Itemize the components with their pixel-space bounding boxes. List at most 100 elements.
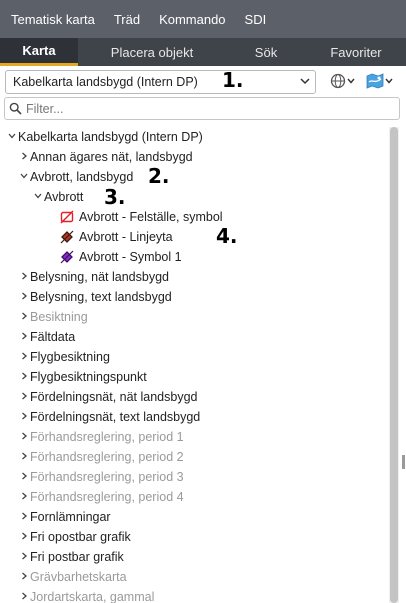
- scrollbar-thumb[interactable]: [390, 127, 398, 603]
- tree-item-layer[interactable]: Avbrott - Linjeyta: [60, 227, 173, 247]
- line-area-symbol-icon: [60, 230, 74, 244]
- chevron-right-icon[interactable]: [18, 551, 30, 564]
- tree-item[interactable]: Fördelningsnät, nät landsbygd: [18, 387, 197, 407]
- chevron-down-icon[interactable]: [18, 171, 30, 184]
- tree-item[interactable]: Förhandsreglering, period 1: [18, 427, 184, 447]
- search-icon: [5, 102, 22, 115]
- tab-bar: Karta Placera objekt Sök Favoriter: [0, 38, 406, 66]
- tree-item-label: Fördelningsnät, nät landsbygd: [30, 390, 198, 404]
- tree-item[interactable]: Avbrott, landsbygd: [18, 167, 133, 187]
- tree-item-label: Annan ägares nät, landsbygd: [30, 150, 193, 164]
- tree-item[interactable]: Grävbarhetskarta: [18, 567, 127, 587]
- tree-item[interactable]: Fördelningsnät, text landsbygd: [18, 407, 200, 427]
- tree-item[interactable]: Avbrott: [32, 187, 83, 207]
- map-icon: [366, 72, 384, 92]
- tree-item[interactable]: Jordartskarta, gammal: [18, 587, 154, 603]
- tree-scrollbar[interactable]: [389, 127, 399, 603]
- tree-item-label: Förhandsreglering, period 3: [30, 470, 184, 484]
- globe-icon: [330, 73, 346, 92]
- tree-item-label: Belysning, nät landsbygd: [30, 270, 169, 284]
- tree-item[interactable]: Fornlämningar: [18, 507, 111, 527]
- chevron-right-icon[interactable]: [18, 491, 30, 504]
- tree-item-label: Kabelkarta landsbygd (Intern DP): [18, 130, 203, 144]
- chevron-right-icon[interactable]: [18, 391, 30, 404]
- menu-trad[interactable]: Träd: [103, 12, 140, 27]
- chevron-right-icon[interactable]: [18, 591, 30, 603]
- tree-item[interactable]: Förhandsreglering, period 4: [18, 487, 184, 507]
- tab-placera-objekt[interactable]: Placera objekt: [78, 38, 226, 66]
- tree-item-label: Avbrott, landsbygd: [30, 170, 134, 184]
- tree-item[interactable]: Förhandsreglering, period 2: [18, 447, 184, 467]
- top-menu-bar: Tematisk karta Träd Kommando SDI: [0, 0, 406, 38]
- tree-item[interactable]: Fältdata: [18, 327, 75, 347]
- tree-item-label: Besiktning: [30, 310, 88, 324]
- chevron-right-icon[interactable]: [18, 291, 30, 304]
- tree-item-label: Fältdata: [30, 330, 76, 344]
- chevron-right-icon[interactable]: [18, 451, 30, 464]
- tree-item-label: Fornlämningar: [30, 510, 111, 524]
- map-select-dropdown[interactable]: Kabelkarta landsbygd (Intern DP): [5, 70, 316, 94]
- panel-resize-handle[interactable]: [402, 455, 405, 469]
- tree-item-label: Avbrott - Felställe, symbol: [79, 210, 223, 224]
- tree-item-layer[interactable]: Avbrott - Symbol 1: [60, 247, 182, 267]
- chevron-right-icon[interactable]: [18, 471, 30, 484]
- chevron-right-icon[interactable]: [18, 431, 30, 444]
- chevron-right-icon[interactable]: [18, 271, 30, 284]
- annotation-4: 4.: [216, 224, 238, 248]
- chevron-down-icon: [295, 75, 315, 90]
- tree-item-label: Jordartskarta, gammal: [30, 590, 155, 603]
- menu-kommando[interactable]: Kommando: [148, 12, 225, 27]
- chevron-right-icon[interactable]: [18, 311, 30, 324]
- chevron-right-icon[interactable]: [18, 151, 30, 164]
- tree-item[interactable]: Belysning, nät landsbygd: [18, 267, 169, 287]
- layer-tree: Kabelkarta landsbygd (Intern DP) Annan ä…: [0, 127, 388, 603]
- tree-item-label: Förhandsreglering, period 4: [30, 490, 184, 504]
- tree-item[interactable]: Fri opostbar grafik: [18, 527, 131, 547]
- tree-item-layer[interactable]: Avbrott - Felställe, symbol: [60, 207, 223, 227]
- tree-item-label: Förhandsreglering, period 2: [30, 450, 184, 464]
- tree-item[interactable]: Fri postbar grafik: [18, 547, 124, 567]
- tree-item[interactable]: Förhandsreglering, period 3: [18, 467, 184, 487]
- chevron-right-icon[interactable]: [18, 531, 30, 544]
- tree-item-label: Grävbarhetskarta: [30, 570, 127, 584]
- menu-sdi[interactable]: SDI: [234, 12, 267, 27]
- tree-item-label: Flygbesiktningspunkt: [30, 370, 147, 384]
- chevron-right-icon[interactable]: [18, 571, 30, 584]
- filter-input[interactable]: [22, 101, 399, 116]
- menu-tematisk-karta[interactable]: Tematisk karta: [0, 12, 95, 27]
- tree-item-label: Fördelningsnät, text landsbygd: [30, 410, 201, 424]
- tree-item-label: Avbrott - Symbol 1: [79, 250, 182, 264]
- filter-field[interactable]: [4, 97, 400, 120]
- chevron-right-icon[interactable]: [18, 331, 30, 344]
- tab-karta[interactable]: Karta: [0, 38, 78, 66]
- tree-item[interactable]: Flygbesiktning: [18, 347, 110, 367]
- fault-location-symbol-icon: [60, 210, 74, 224]
- tree-item[interactable]: Belysning, text landsbygd: [18, 287, 172, 307]
- tree-item[interactable]: Flygbesiktningspunkt: [18, 367, 147, 387]
- chevron-right-icon[interactable]: [18, 371, 30, 384]
- symbol-1-icon: [60, 250, 74, 264]
- map-layers-button[interactable]: [366, 72, 394, 92]
- tree-item-label: Förhandsreglering, period 1: [30, 430, 184, 444]
- tree-item-label: Fri opostbar grafik: [30, 530, 131, 544]
- tree-item-label: Belysning, text landsbygd: [30, 290, 172, 304]
- tree-item-label: Avbrott: [44, 190, 84, 204]
- chevron-down-icon[interactable]: [32, 191, 44, 204]
- chevron-down-icon: [384, 75, 394, 89]
- chevron-right-icon[interactable]: [18, 351, 30, 364]
- chevron-down-icon: [346, 75, 356, 89]
- chevron-right-icon[interactable]: [18, 411, 30, 424]
- tree-item-label: Flygbesiktning: [30, 350, 110, 364]
- tree-item-label: Fri postbar grafik: [30, 550, 124, 564]
- annotation-1: 1.: [222, 68, 244, 92]
- annotation-3: 3.: [104, 185, 126, 209]
- tab-sok[interactable]: Sök: [226, 38, 306, 66]
- tab-favoriter[interactable]: Favoriter: [306, 38, 406, 66]
- tree-item-label: Avbrott - Linjeyta: [79, 230, 173, 244]
- globe-button[interactable]: [330, 72, 356, 92]
- chevron-down-icon[interactable]: [6, 131, 18, 144]
- map-select-value: Kabelkarta landsbygd (Intern DP): [13, 75, 198, 89]
- tree-item-root[interactable]: Kabelkarta landsbygd (Intern DP): [6, 127, 203, 147]
- tree-item[interactable]: Besiktning: [18, 307, 88, 327]
- chevron-right-icon[interactable]: [18, 511, 30, 524]
